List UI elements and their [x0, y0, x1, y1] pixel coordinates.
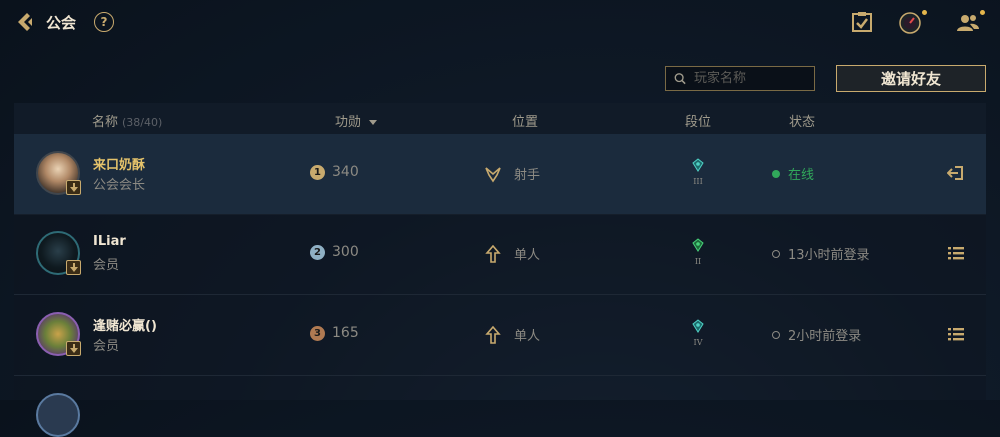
back-arrow-icon [18, 13, 32, 31]
table-row[interactable]: 来口奶酥 公会会长 1 340 射手 III 在线 [14, 134, 986, 215]
member-name: 逢赌必赢() [93, 319, 157, 334]
friends-icon[interactable] [956, 10, 980, 34]
table-header: 名称 (38/40) 功勋 位置 段位 状态 [14, 103, 986, 134]
col-tier-header[interactable]: 段位 [685, 111, 711, 130]
merit-cell: 3 165 [310, 325, 359, 341]
member-role: 公会会长 [93, 178, 146, 193]
status-text: 13小时前登录 [788, 248, 870, 263]
member-menu-button[interactable] [947, 325, 965, 343]
tier-emblem: III [688, 157, 708, 186]
sort-down-icon [369, 120, 378, 125]
search-input[interactable] [692, 70, 814, 87]
col-status-header[interactable]: 状态 [789, 111, 815, 130]
guild-rank-badge [66, 341, 81, 356]
status-text: 2小时前登录 [788, 329, 862, 344]
position-cell: 射手 [484, 164, 540, 183]
table-row-partial[interactable] [14, 376, 986, 437]
col-merit-label: 功勋 [335, 115, 362, 130]
member-count: (38/40) [122, 116, 163, 129]
list-icon [948, 328, 964, 341]
member-menu-button[interactable] [947, 244, 965, 262]
member-role: 会员 [93, 339, 120, 354]
status-text: 在线 [788, 168, 815, 183]
offline-indicator [772, 330, 780, 339]
page-title: 公会 [46, 14, 77, 32]
help-icon[interactable]: ? [94, 12, 114, 32]
status-cell: 在线 [772, 164, 814, 183]
tier-emblem: IV [688, 318, 708, 347]
merit-value: 165 [332, 325, 359, 341]
tier-division: II [694, 257, 702, 266]
online-indicator [772, 169, 780, 178]
col-name-label: 名称 [92, 115, 119, 130]
member-name: ILiar [93, 234, 126, 249]
down-arrow-icon [69, 183, 78, 192]
offline-indicator [772, 249, 780, 258]
tier-division: IV [693, 338, 703, 347]
leave-guild-button[interactable] [946, 164, 965, 182]
merit-cell: 2 300 [310, 244, 359, 260]
position-label: 射手 [514, 168, 541, 183]
top-lane-icon [485, 325, 501, 344]
position-cell: 单人 [484, 325, 540, 344]
status-cell: 13小时前登录 [772, 244, 870, 263]
back-button[interactable] [12, 9, 38, 35]
list-icon [948, 247, 964, 260]
status-cell: 2小时前登录 [772, 325, 861, 344]
search-icon [674, 73, 686, 85]
marksman-icon [485, 166, 501, 182]
notification-dot [922, 10, 927, 15]
position-label: 单人 [514, 248, 541, 263]
merit-rank-badge: 1 [310, 164, 325, 180]
down-arrow-icon [69, 263, 78, 272]
invite-friends-button[interactable]: 邀请好友 [836, 65, 986, 92]
position-cell: 单人 [484, 244, 540, 263]
merit-value: 300 [332, 244, 359, 260]
exit-icon [946, 166, 963, 180]
col-position-header[interactable]: 位置 [512, 111, 538, 130]
guild-rank-badge [66, 260, 81, 275]
search-box[interactable] [665, 66, 815, 91]
rank-emblem-icon [692, 158, 704, 172]
merit-rank-badge: 2 [310, 244, 325, 260]
rank-emblem-icon [692, 319, 704, 333]
table-row[interactable]: 逢赌必赢() 会员 3 165 单人 IV 2小时前登录 [14, 295, 986, 376]
top-lane-icon [485, 244, 501, 263]
position-label: 单人 [514, 329, 541, 344]
member-role: 会员 [93, 258, 120, 273]
tier-emblem: II [688, 237, 708, 266]
member-name: 来口奶酥 [93, 158, 146, 173]
merit-rank-badge: 3 [310, 325, 325, 341]
notification-dot [980, 10, 985, 15]
missions-icon[interactable] [850, 10, 874, 34]
rank-emblem-icon [692, 238, 704, 252]
tier-division: III [693, 177, 703, 186]
down-arrow-icon [69, 344, 78, 353]
profile-icon[interactable] [898, 10, 922, 34]
col-name-header[interactable]: 名称 (38/40) [92, 111, 162, 130]
guild-rank-badge [66, 180, 81, 195]
merit-value: 340 [332, 164, 359, 180]
merit-cell: 1 340 [310, 164, 359, 180]
table-row[interactable]: ILiar 会员 2 300 单人 II 13小时前登录 [14, 214, 986, 295]
top-bar: 公会 ? [0, 0, 1000, 46]
col-merit-header[interactable]: 功勋 [335, 111, 378, 130]
